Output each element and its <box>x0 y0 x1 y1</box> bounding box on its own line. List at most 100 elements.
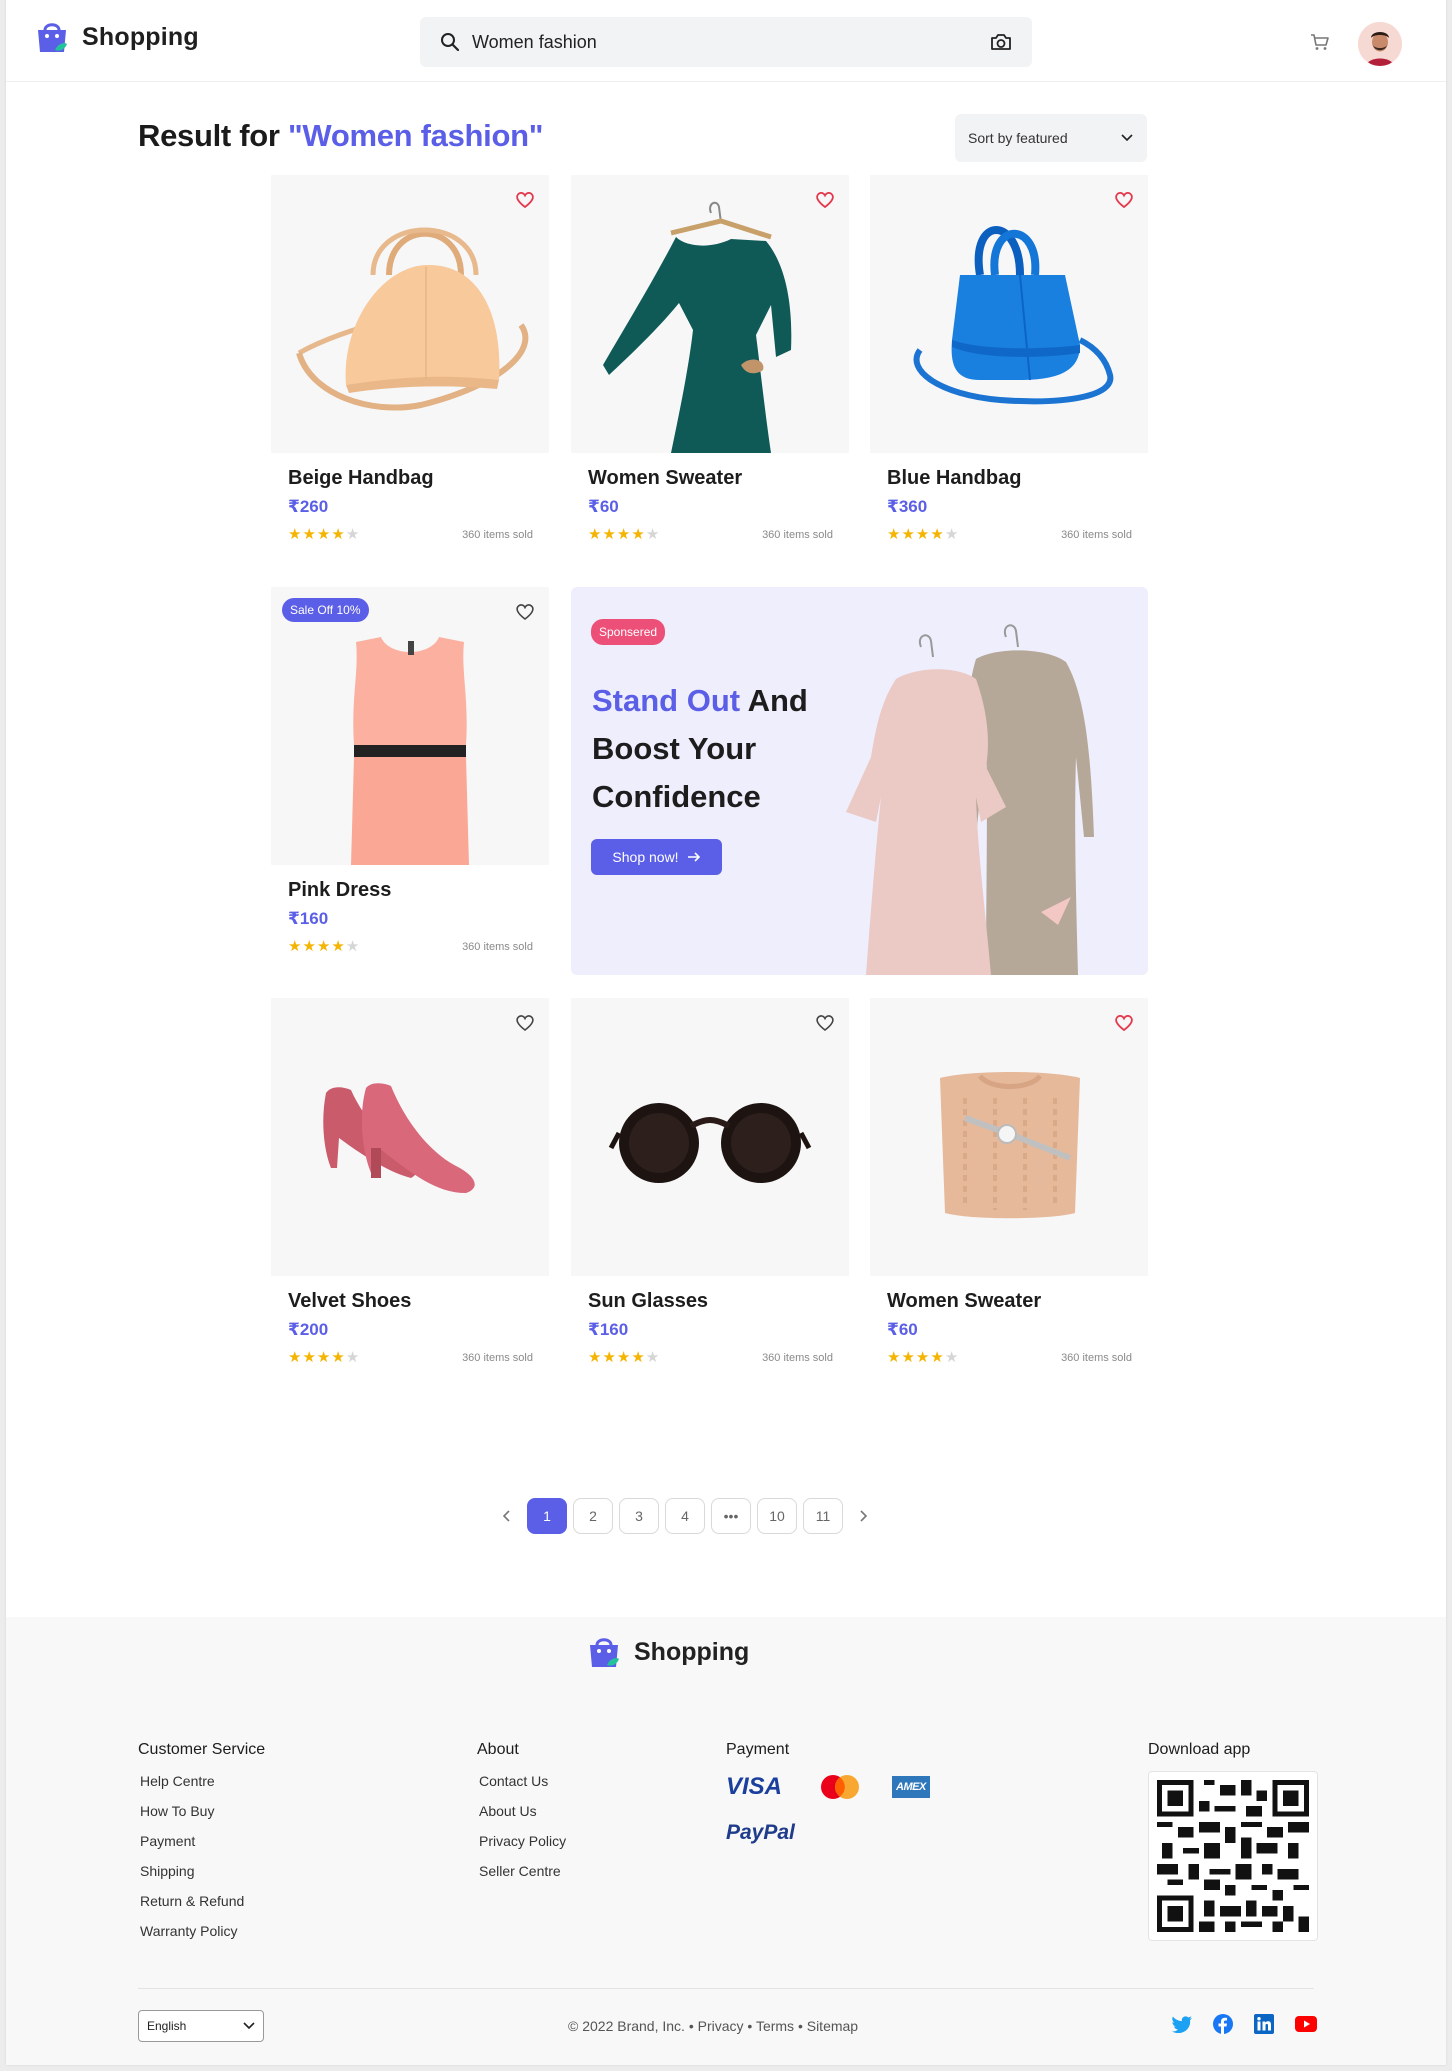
download-column: Download app <box>1148 1741 1250 1773</box>
product-image[interactable] <box>870 998 1148 1276</box>
heart-icon[interactable] <box>515 603 535 621</box>
footer-link[interactable]: About Us <box>477 1803 566 1819</box>
chevron-down-icon <box>243 2022 255 2030</box>
product-card[interactable]: Women Sweater ₹60 ★ ★ ★ ★ ★ 360 items sold <box>571 175 849 563</box>
product-image[interactable] <box>571 998 849 1276</box>
arrow-right-icon <box>687 852 700 862</box>
product-price: ₹60 <box>887 1320 918 1339</box>
rating-stars: ★ ★ ★ ★ ★ <box>288 938 360 955</box>
product-card[interactable]: Blue Handbag ₹360 ★ ★ ★ ★ ★ 360 items sold <box>870 175 1148 563</box>
footer-link[interactable]: Privacy Policy <box>477 1833 566 1849</box>
footer-link[interactable]: Payment <box>138 1833 265 1849</box>
payment-row: VISA AMEX <box>726 1773 930 1801</box>
paypal-logo: PayPal <box>726 1821 795 1844</box>
avatar[interactable] <box>1358 22 1402 66</box>
product-card[interactable]: Velvet Shoes ₹200 ★ ★ ★ ★ ★ 360 items sold <box>271 998 549 1386</box>
column-title: Customer Service <box>138 1741 266 1758</box>
amex-logo: AMEX <box>892 1776 930 1798</box>
result-title: Result for "Women fashion" <box>138 118 543 154</box>
footer-link[interactable]: Warranty Policy <box>138 1923 265 1939</box>
footer-logo[interactable]: Shopping <box>588 1635 749 1669</box>
heart-icon[interactable] <box>815 1014 835 1032</box>
footer: Shopping Customer Service Help Centre Ho… <box>6 1617 1446 2065</box>
heart-icon[interactable] <box>1114 1014 1134 1032</box>
brand-name: Shopping <box>82 22 199 51</box>
sponsored-banner[interactable]: Sponsered Stand Out And Boost Your Confi… <box>571 587 1148 975</box>
heart-icon[interactable] <box>515 191 535 209</box>
page-button[interactable]: 10 <box>757 1498 797 1534</box>
product-image[interactable] <box>271 998 549 1276</box>
rating-stars: ★ ★ ★ ★ ★ <box>887 526 959 543</box>
footer-link[interactable]: How To Buy <box>138 1803 265 1819</box>
pink-dress-image <box>351 637 469 865</box>
product-price: ₹160 <box>588 1320 629 1339</box>
linkedin-icon[interactable] <box>1254 2014 1274 2034</box>
product-image[interactable] <box>870 175 1148 453</box>
product-name[interactable]: Pink Dress <box>288 879 391 902</box>
search-input[interactable]: Women fashion <box>472 32 990 53</box>
product-name[interactable]: Women Sweater <box>588 467 742 490</box>
product-image[interactable] <box>571 175 849 453</box>
sale-badge: Sale Off 10% <box>282 598 369 622</box>
copyright-text[interactable]: © 2022 Brand, Inc. • Privacy • Terms • S… <box>568 2018 858 2034</box>
result-label: Result for <box>138 118 280 153</box>
footer-link[interactable]: Contact Us <box>477 1773 566 1789</box>
qr-code-icon <box>1157 1780 1309 1932</box>
product-name[interactable]: Sun Glasses <box>588 1290 708 1313</box>
footer-brand-name: Shopping <box>634 1637 750 1666</box>
language-select[interactable]: English <box>138 2010 264 2042</box>
product-name[interactable]: Blue Handbag <box>887 467 1021 490</box>
prev-page-button[interactable] <box>491 1498 521 1534</box>
about-column: About Contact Us About Us Privacy Policy… <box>477 1741 566 1893</box>
clothes-banner-image <box>846 624 1094 975</box>
user-avatar-icon <box>1358 22 1402 66</box>
visa-logo: VISA <box>726 1773 783 1800</box>
product-price: ₹360 <box>887 497 928 516</box>
product-card[interactable]: Sale Off 10% Pink Dress ₹160 ★ ★ ★ ★ ★ 360 i… <box>271 587 549 975</box>
shopping-bag-logo-icon <box>38 23 67 52</box>
product-price: ₹60 <box>588 497 619 516</box>
next-page-button[interactable] <box>849 1498 879 1534</box>
facebook-icon[interactable] <box>1213 2014 1233 2034</box>
product-card[interactable]: Women Sweater ₹60 ★ ★ ★ ★ ★ 360 items sold <box>870 998 1148 1386</box>
page-button[interactable]: 11 <box>803 1498 843 1534</box>
logo[interactable]: Shopping <box>36 20 199 54</box>
youtube-icon[interactable] <box>1295 2016 1317 2032</box>
language-value: English <box>147 2019 187 2033</box>
product-card[interactable]: Sun Glasses ₹160 ★ ★ ★ ★ ★ 360 items sold <box>571 998 849 1386</box>
product-image[interactable] <box>271 587 549 865</box>
sort-dropdown[interactable]: Sort by featured <box>955 114 1147 162</box>
footer-link[interactable]: Return & Refund <box>138 1893 265 1909</box>
result-query: "Women fashion" <box>288 118 544 153</box>
rating-stars: ★ ★ ★ ★ ★ <box>288 526 360 543</box>
footer-link[interactable]: Help Centre <box>138 1773 265 1789</box>
product-name[interactable]: Beige Handbag <box>288 467 434 490</box>
search-bar[interactable]: Women fashion <box>420 17 1032 67</box>
sponsored-badge: Sponsered <box>591 619 666 645</box>
camera-icon[interactable] <box>990 32 1012 52</box>
search-icon <box>441 33 460 52</box>
product-card[interactable]: Beige Handbag ₹260 ★ ★ ★ ★ ★ 360 items sold <box>271 175 549 563</box>
headline-accent: Stand Out <box>592 683 741 718</box>
heart-icon[interactable] <box>815 191 835 209</box>
footer-link[interactable]: Shipping <box>138 1863 265 1879</box>
heart-icon[interactable] <box>1114 191 1134 209</box>
heart-icon[interactable] <box>515 1014 535 1032</box>
footer-link[interactable]: Seller Centre <box>477 1863 566 1879</box>
product-image[interactable] <box>271 175 549 453</box>
cart-icon[interactable] <box>1310 33 1330 51</box>
sunglasses-image <box>608 1103 812 1183</box>
qr-code[interactable] <box>1148 1771 1318 1941</box>
page-button[interactable]: 4 <box>665 1498 705 1534</box>
twitter-icon[interactable] <box>1172 2015 1192 2033</box>
page-button[interactable]: 2 <box>573 1498 613 1534</box>
product-name[interactable]: Velvet Shoes <box>288 1290 411 1313</box>
rating-stars: ★ ★ ★ ★ ★ <box>588 526 660 543</box>
items-sold: 360 items sold <box>462 1352 533 1364</box>
items-sold: 360 items sold <box>462 529 533 541</box>
page-ellipsis[interactable]: ••• <box>711 1498 751 1534</box>
product-name[interactable]: Women Sweater <box>887 1290 1041 1313</box>
page-button[interactable]: 3 <box>619 1498 659 1534</box>
page-button[interactable]: 1 <box>527 1498 567 1534</box>
shop-now-button[interactable]: Shop now! <box>591 839 722 875</box>
